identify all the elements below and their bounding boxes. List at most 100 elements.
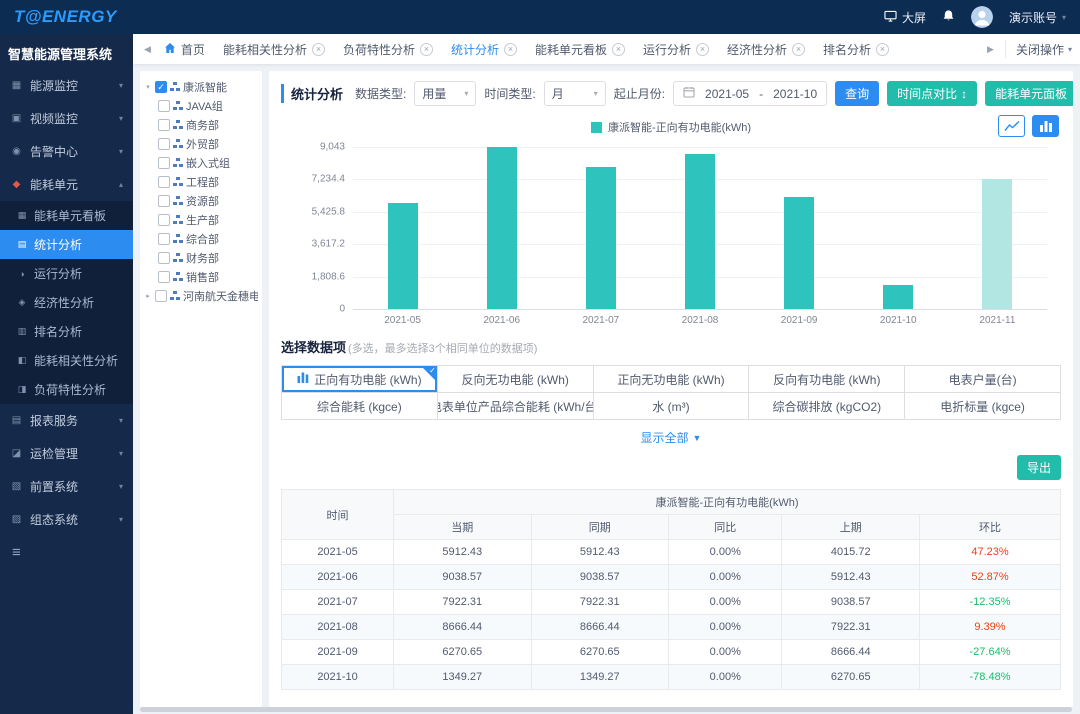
- bar[interactable]: [784, 197, 814, 309]
- sidebar-collapse-toggle[interactable]: ≡: [0, 536, 133, 569]
- data-item-option-selected[interactable]: 正向有功电能 (kWh) ✓: [282, 366, 438, 393]
- checkbox[interactable]: ✓: [158, 271, 170, 283]
- time-point-compare-button[interactable]: 时间点对比 ↕: [887, 81, 977, 106]
- checkbox[interactable]: ✓: [158, 195, 170, 207]
- checkbox[interactable]: ✓: [155, 290, 167, 302]
- close-icon[interactable]: ×: [504, 43, 517, 56]
- horizontal-scrollbar[interactable]: [140, 707, 1072, 712]
- tab-home[interactable]: 首页: [156, 34, 213, 64]
- tree-node[interactable]: ✓ 生产部: [144, 210, 258, 229]
- table-row[interactable]: 2021-08 8666.44 8666.44 0.00% 7922.31 9.…: [282, 615, 1061, 640]
- data-item-option[interactable]: 水 (m³): [594, 393, 750, 420]
- tree-node[interactable]: ✓ 商务部: [144, 115, 258, 134]
- bar[interactable]: [487, 147, 517, 309]
- tab-operation-analysis[interactable]: 运行分析 ×: [635, 34, 717, 64]
- tab-correlation-analysis[interactable]: 能耗相关性分析 ×: [215, 34, 333, 64]
- avatar[interactable]: [971, 6, 993, 28]
- sidebar-item-statistics-analysis[interactable]: ▤ 统计分析: [0, 230, 133, 259]
- month-range-picker[interactable]: 2021-05 - 2021-10: [673, 81, 827, 106]
- bar[interactable]: [982, 179, 1012, 309]
- data-item-option[interactable]: 反向有功电能 (kWh): [749, 366, 905, 393]
- sidebar-item-correlation-analysis[interactable]: ◧ 能耗相关性分析: [0, 346, 133, 375]
- tree-node-root[interactable]: ▾ ✓ 康派智能: [144, 77, 258, 96]
- close-icon[interactable]: ×: [876, 43, 889, 56]
- table-row[interactable]: 2021-09 6270.65 6270.65 0.00% 8666.44 -2…: [282, 640, 1061, 665]
- sidebar-item-energy-monitoring[interactable]: ▦ 能源监控 ▾: [0, 69, 133, 102]
- table-row[interactable]: 2021-10 1349.27 1349.27 0.00% 6270.65 -7…: [282, 665, 1061, 690]
- sidebar-item-alarm-center[interactable]: ◉ 告警中心 ▾: [0, 135, 133, 168]
- line-chart-toggle[interactable]: [998, 115, 1025, 137]
- data-item-option[interactable]: 电表单位产品综合能耗 (kWh/台): [438, 393, 594, 420]
- bar-chart-toggle[interactable]: [1032, 115, 1059, 137]
- bar[interactable]: [883, 285, 913, 309]
- sidebar-item-ranking-analysis[interactable]: ▥ 排名分析: [0, 317, 133, 346]
- tab-load-characteristic-analysis[interactable]: 负荷特性分析 ×: [335, 34, 441, 64]
- checkbox[interactable]: ✓: [158, 252, 170, 264]
- show-all-toggle[interactable]: 显示全部 ▼: [281, 429, 1061, 446]
- sidebar-item-energy-unit[interactable]: ◆ 能耗单元 ▴: [0, 168, 133, 201]
- tab-statistics-analysis[interactable]: 统计分析 ×: [443, 34, 525, 64]
- sidebar-item-report-service[interactable]: ▤ 报表服务 ▾: [0, 404, 133, 437]
- sidebar-item-front-system[interactable]: ▧ 前置系统 ▾: [0, 470, 133, 503]
- tree-node-root2[interactable]: ▸ ✓ 河南航天金穗电子有: [144, 286, 258, 305]
- big-screen-button[interactable]: 大屏: [884, 9, 926, 26]
- tabs-scroll-left-icon[interactable]: ◀: [141, 44, 154, 55]
- tree-node[interactable]: ✓ 资源部: [144, 191, 258, 210]
- tab-ranking-analysis[interactable]: 排名分析 ×: [815, 34, 897, 64]
- data-item-option[interactable]: 正向无功电能 (kWh): [594, 366, 750, 393]
- data-item-option[interactable]: 电折标量 (kgce): [905, 393, 1061, 420]
- notification-bell-button[interactable]: [942, 9, 955, 25]
- checkbox-checked[interactable]: ✓: [155, 81, 167, 93]
- tree-node[interactable]: ✓ 综合部: [144, 229, 258, 248]
- data-type-select[interactable]: 用量 ▾: [414, 81, 476, 106]
- export-button[interactable]: 导出: [1017, 455, 1061, 480]
- tree-node[interactable]: ✓ JAVA组: [144, 96, 258, 115]
- top-header: T@ENERGY 大屏 演示账号 ▾: [0, 0, 1080, 34]
- sidebar-item-maintenance-management[interactable]: ◪ 运检管理 ▾: [0, 437, 133, 470]
- account-menu[interactable]: 演示账号 ▾: [1009, 9, 1066, 26]
- tree-node[interactable]: ✓ 外贸部: [144, 134, 258, 153]
- checkbox[interactable]: ✓: [158, 214, 170, 226]
- sidebar-item-config-system[interactable]: ▨ 组态系统 ▾: [0, 503, 133, 536]
- data-item-option[interactable]: 综合能耗 (kgce): [282, 393, 438, 420]
- data-item-option[interactable]: 反向无功电能 (kWh): [438, 366, 594, 393]
- chart-legend[interactable]: 康派智能-正向有功电能(kWh): [591, 119, 751, 135]
- close-icon[interactable]: ×: [792, 43, 805, 56]
- data-item-option[interactable]: 电表户量(台): [905, 366, 1061, 393]
- tree-node[interactable]: ✓ 财务部: [144, 248, 258, 267]
- query-button[interactable]: 查询: [835, 81, 879, 106]
- close-icon[interactable]: ×: [420, 43, 433, 56]
- sidebar-item-video-monitoring[interactable]: ▣ 视频监控 ▾: [0, 102, 133, 135]
- table-row[interactable]: 2021-06 9038.57 9038.57 0.00% 5912.43 52…: [282, 565, 1061, 590]
- caret-down-icon[interactable]: ▾: [144, 83, 152, 91]
- sidebar-item-operation-analysis[interactable]: ◑ 运行分析: [0, 259, 133, 288]
- checkbox[interactable]: ✓: [158, 100, 170, 112]
- tree-node[interactable]: ✓ 销售部: [144, 267, 258, 286]
- checkbox[interactable]: ✓: [158, 138, 170, 150]
- tree-node[interactable]: ✓ 工程部: [144, 172, 258, 191]
- checkbox[interactable]: ✓: [158, 119, 170, 131]
- close-operations-menu[interactable]: 关闭操作 ▾: [1005, 40, 1072, 58]
- table-row[interactable]: 2021-05 5912.43 5912.43 0.00% 4015.72 47…: [282, 540, 1061, 565]
- tree-node[interactable]: ✓ 嵌入式组: [144, 153, 258, 172]
- tabs-scroll-right-icon[interactable]: ▶: [984, 44, 997, 55]
- caret-right-icon[interactable]: ▸: [144, 292, 152, 300]
- sidebar-item-energy-unit-kanban[interactable]: ▦ 能耗单元看板: [0, 201, 133, 230]
- close-icon[interactable]: ×: [696, 43, 709, 56]
- table-row[interactable]: 2021-07 7922.31 7922.31 0.00% 9038.57 -1…: [282, 590, 1061, 615]
- bar[interactable]: [586, 167, 616, 309]
- data-item-option[interactable]: 综合碳排放 (kgCO2): [749, 393, 905, 420]
- close-icon[interactable]: ×: [612, 43, 625, 56]
- tab-energy-unit-kanban[interactable]: 能耗单元看板 ×: [527, 34, 633, 64]
- bar[interactable]: [685, 154, 715, 309]
- bar[interactable]: [388, 203, 418, 309]
- tab-economic-analysis[interactable]: 经济性分析 ×: [719, 34, 813, 64]
- time-type-select[interactable]: 月 ▾: [544, 81, 606, 106]
- sidebar-item-economic-analysis[interactable]: ◈ 经济性分析: [0, 288, 133, 317]
- close-icon[interactable]: ×: [312, 43, 325, 56]
- energy-unit-panel-button[interactable]: 能耗单元面板: [985, 81, 1073, 106]
- checkbox[interactable]: ✓: [158, 157, 170, 169]
- checkbox[interactable]: ✓: [158, 233, 170, 245]
- sidebar-item-load-characteristic-analysis[interactable]: ◨ 负荷特性分析: [0, 375, 133, 404]
- checkbox[interactable]: ✓: [158, 176, 170, 188]
